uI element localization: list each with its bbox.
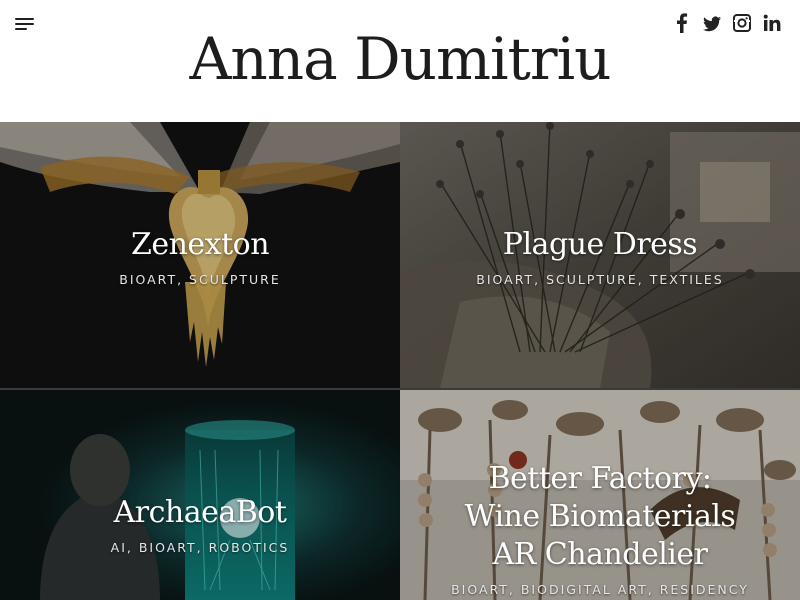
- project-caption: Plague Dress BIOART, SCULPTURE, TEXTILES: [400, 226, 800, 287]
- project-title[interactable]: Better Factory: Wine Biomaterials AR Cha…: [400, 460, 800, 574]
- project-title[interactable]: Zenexton: [0, 226, 400, 264]
- site-header: Anna Dumitriu: [0, 0, 800, 122]
- project-grid: Zenexton BIOART, SCULPTURE Plague Dress …: [0, 122, 800, 600]
- project-tile-plague-dress[interactable]: Plague Dress BIOART, SCULPTURE, TEXTILES: [400, 122, 800, 388]
- project-title[interactable]: Plague Dress: [400, 226, 800, 264]
- project-categories: AI, BIOART, ROBOTICS: [110, 540, 290, 555]
- project-caption: Zenexton BIOART, SCULPTURE: [0, 226, 400, 287]
- linkedin-icon[interactable]: [762, 12, 782, 34]
- social-links: [672, 12, 782, 34]
- project-caption: Better Factory: Wine Biomaterials AR Cha…: [400, 460, 800, 597]
- facebook-icon[interactable]: [672, 12, 692, 34]
- project-categories: BIOART, SCULPTURE: [119, 272, 281, 287]
- site-title[interactable]: Anna Dumitriu: [0, 24, 800, 94]
- project-categories: BIOART, SCULPTURE, TEXTILES: [476, 272, 724, 287]
- project-tile-better-factory[interactable]: Better Factory: Wine Biomaterials AR Cha…: [400, 390, 800, 600]
- project-caption: ArchaeaBot AI, BIOART, ROBOTICS: [0, 494, 400, 555]
- project-tile-zenexton[interactable]: Zenexton BIOART, SCULPTURE: [0, 122, 400, 388]
- project-categories: BIOART, BIODIGITAL ART, RESIDENCY: [451, 582, 749, 597]
- project-tile-archaeabot[interactable]: ArchaeaBot AI, BIOART, ROBOTICS: [0, 390, 400, 600]
- project-title[interactable]: ArchaeaBot: [0, 494, 400, 532]
- instagram-icon[interactable]: [732, 12, 752, 34]
- twitter-icon[interactable]: [702, 12, 722, 34]
